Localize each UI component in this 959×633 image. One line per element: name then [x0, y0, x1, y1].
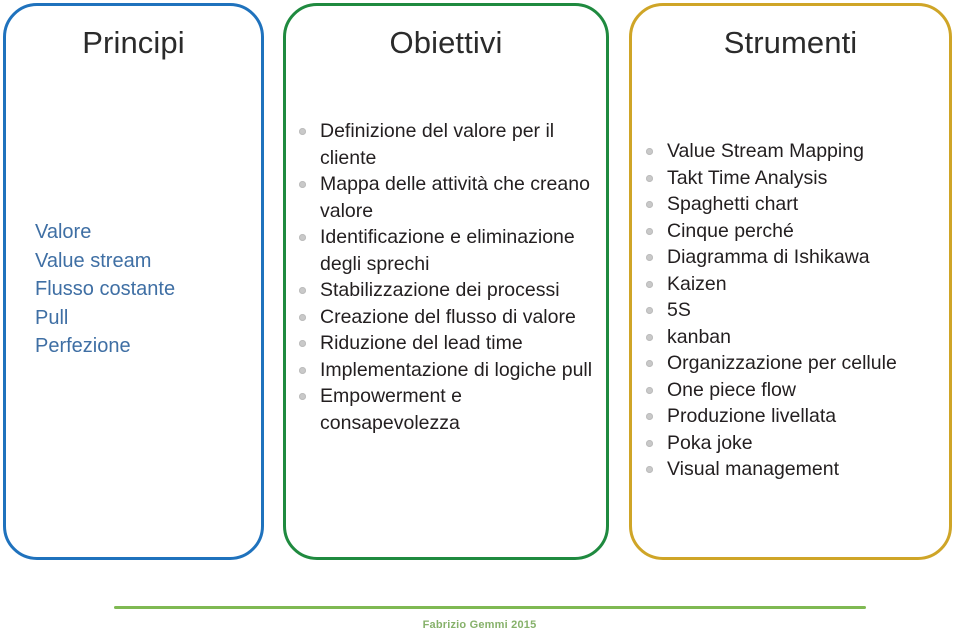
list-item: Identificazione e eliminazione degli spr… [297, 224, 597, 277]
list-item: Creazione del flusso di valore [297, 304, 597, 331]
panel-title-strumenti: Strumenti [723, 25, 858, 60]
circle-bullet-icon [646, 386, 653, 394]
list-item: Kaizen [644, 271, 944, 298]
list-item: Value stream [35, 249, 152, 272]
circle-bullet-icon [299, 181, 306, 188]
list-item-label: Mappa delle attività che creano valore [320, 173, 590, 222]
list-item: Valore [35, 221, 92, 243]
list-item-label: Riduzione del lead time [320, 332, 523, 354]
list-item-label: 5S [667, 299, 691, 321]
list-item: Spaghetti chart [644, 191, 944, 218]
list-item: Definizione del valore per il cliente [297, 118, 597, 171]
list-item-label: Produzione livellata [667, 405, 837, 427]
circle-bullet-icon [299, 393, 306, 400]
circle-bullet-icon [299, 128, 306, 135]
list-item: Implementazione di logiche pull [297, 357, 597, 384]
panel-principi: Principi Valore Value stream Flusso cost… [3, 3, 264, 560]
list-item: Perfezione [35, 335, 131, 357]
list-item-label: One piece flow [667, 378, 796, 401]
list-principi: Valore Value stream Flusso costante Pull… [35, 218, 249, 361]
list-item-label: Kaizen [667, 272, 727, 295]
circle-bullet-icon [646, 360, 653, 367]
list-obiettivi: Definizione del valore per il cliente Ma… [297, 118, 597, 436]
list-item-label: kanban [667, 325, 731, 348]
list-item: Empowerment e consapevolezza [297, 383, 597, 436]
circle-bullet-icon [646, 201, 653, 208]
list-item-label: Poka joke [667, 431, 753, 454]
list-item-label: Takt Time Analysis [667, 166, 828, 189]
list-item: Value Stream Mapping [644, 138, 944, 165]
panel-title-principi: Principi [82, 25, 185, 60]
circle-bullet-icon [299, 340, 306, 347]
list-item: Visual management [644, 456, 944, 483]
list-item: Takt Time Analysis [644, 165, 944, 192]
list-item-label: Visual management [667, 458, 839, 480]
list-item: Flusso costante [35, 278, 176, 300]
list-item: kanban [644, 324, 944, 351]
circle-bullet-icon [299, 313, 306, 321]
list-item-label: Diagramma di Ishikawa [667, 246, 870, 268]
list-item-label: Value Stream Mapping [667, 140, 864, 162]
circle-bullet-icon [299, 234, 306, 241]
footer-divider [114, 606, 866, 609]
list-item-label: Organizzazione per cellule [667, 352, 897, 374]
circle-bullet-icon [646, 280, 653, 288]
list-item-label: Creazione del flusso di valore [320, 305, 576, 328]
list-item: Poka joke [644, 430, 944, 457]
list-item: Produzione livellata [644, 403, 944, 430]
circle-bullet-icon [299, 366, 306, 374]
panel-title-obiettivi: Obiettivi [389, 25, 503, 60]
list-item-label: Identificazione e eliminazione degli spr… [320, 226, 575, 275]
circle-bullet-icon [646, 413, 653, 420]
list-strumenti: Value Stream Mapping Takt Time Analysis … [644, 138, 944, 483]
list-item: Pull [35, 306, 69, 329]
list-item-label: Stabilizzazione dei processi [320, 279, 560, 301]
circle-bullet-icon [646, 227, 653, 235]
circle-bullet-icon [646, 466, 653, 473]
circle-bullet-icon [646, 174, 653, 182]
list-item: Cinque perché [644, 218, 944, 245]
circle-bullet-icon [646, 254, 653, 261]
list-item-label: Empowerment e consapevolezza [320, 385, 462, 434]
circle-bullet-icon [646, 307, 653, 314]
circle-bullet-icon [646, 439, 653, 447]
list-item-label: Definizione del valore per il cliente [320, 120, 555, 169]
list-item: Riduzione del lead time [297, 330, 597, 357]
footer-credit: Fabrizio Gemmi 2015 [422, 619, 537, 631]
list-item-label: Implementazione di logiche pull [320, 358, 593, 381]
circle-bullet-icon [646, 333, 653, 341]
list-item: One piece flow [644, 377, 944, 404]
list-item: Stabilizzazione dei processi [297, 277, 597, 304]
list-item: 5S [644, 297, 944, 324]
circle-bullet-icon [646, 148, 653, 155]
slide-canvas: Principi Valore Value stream Flusso cost… [0, 0, 959, 633]
list-item: Diagramma di Ishikawa [644, 244, 944, 271]
circle-bullet-icon [299, 287, 306, 294]
list-item: Mappa delle attività che creano valore [297, 171, 597, 224]
list-item: Organizzazione per cellule [644, 350, 944, 377]
list-item-label: Spaghetti chart [667, 193, 799, 215]
list-item-label: Cinque perché [667, 219, 794, 242]
